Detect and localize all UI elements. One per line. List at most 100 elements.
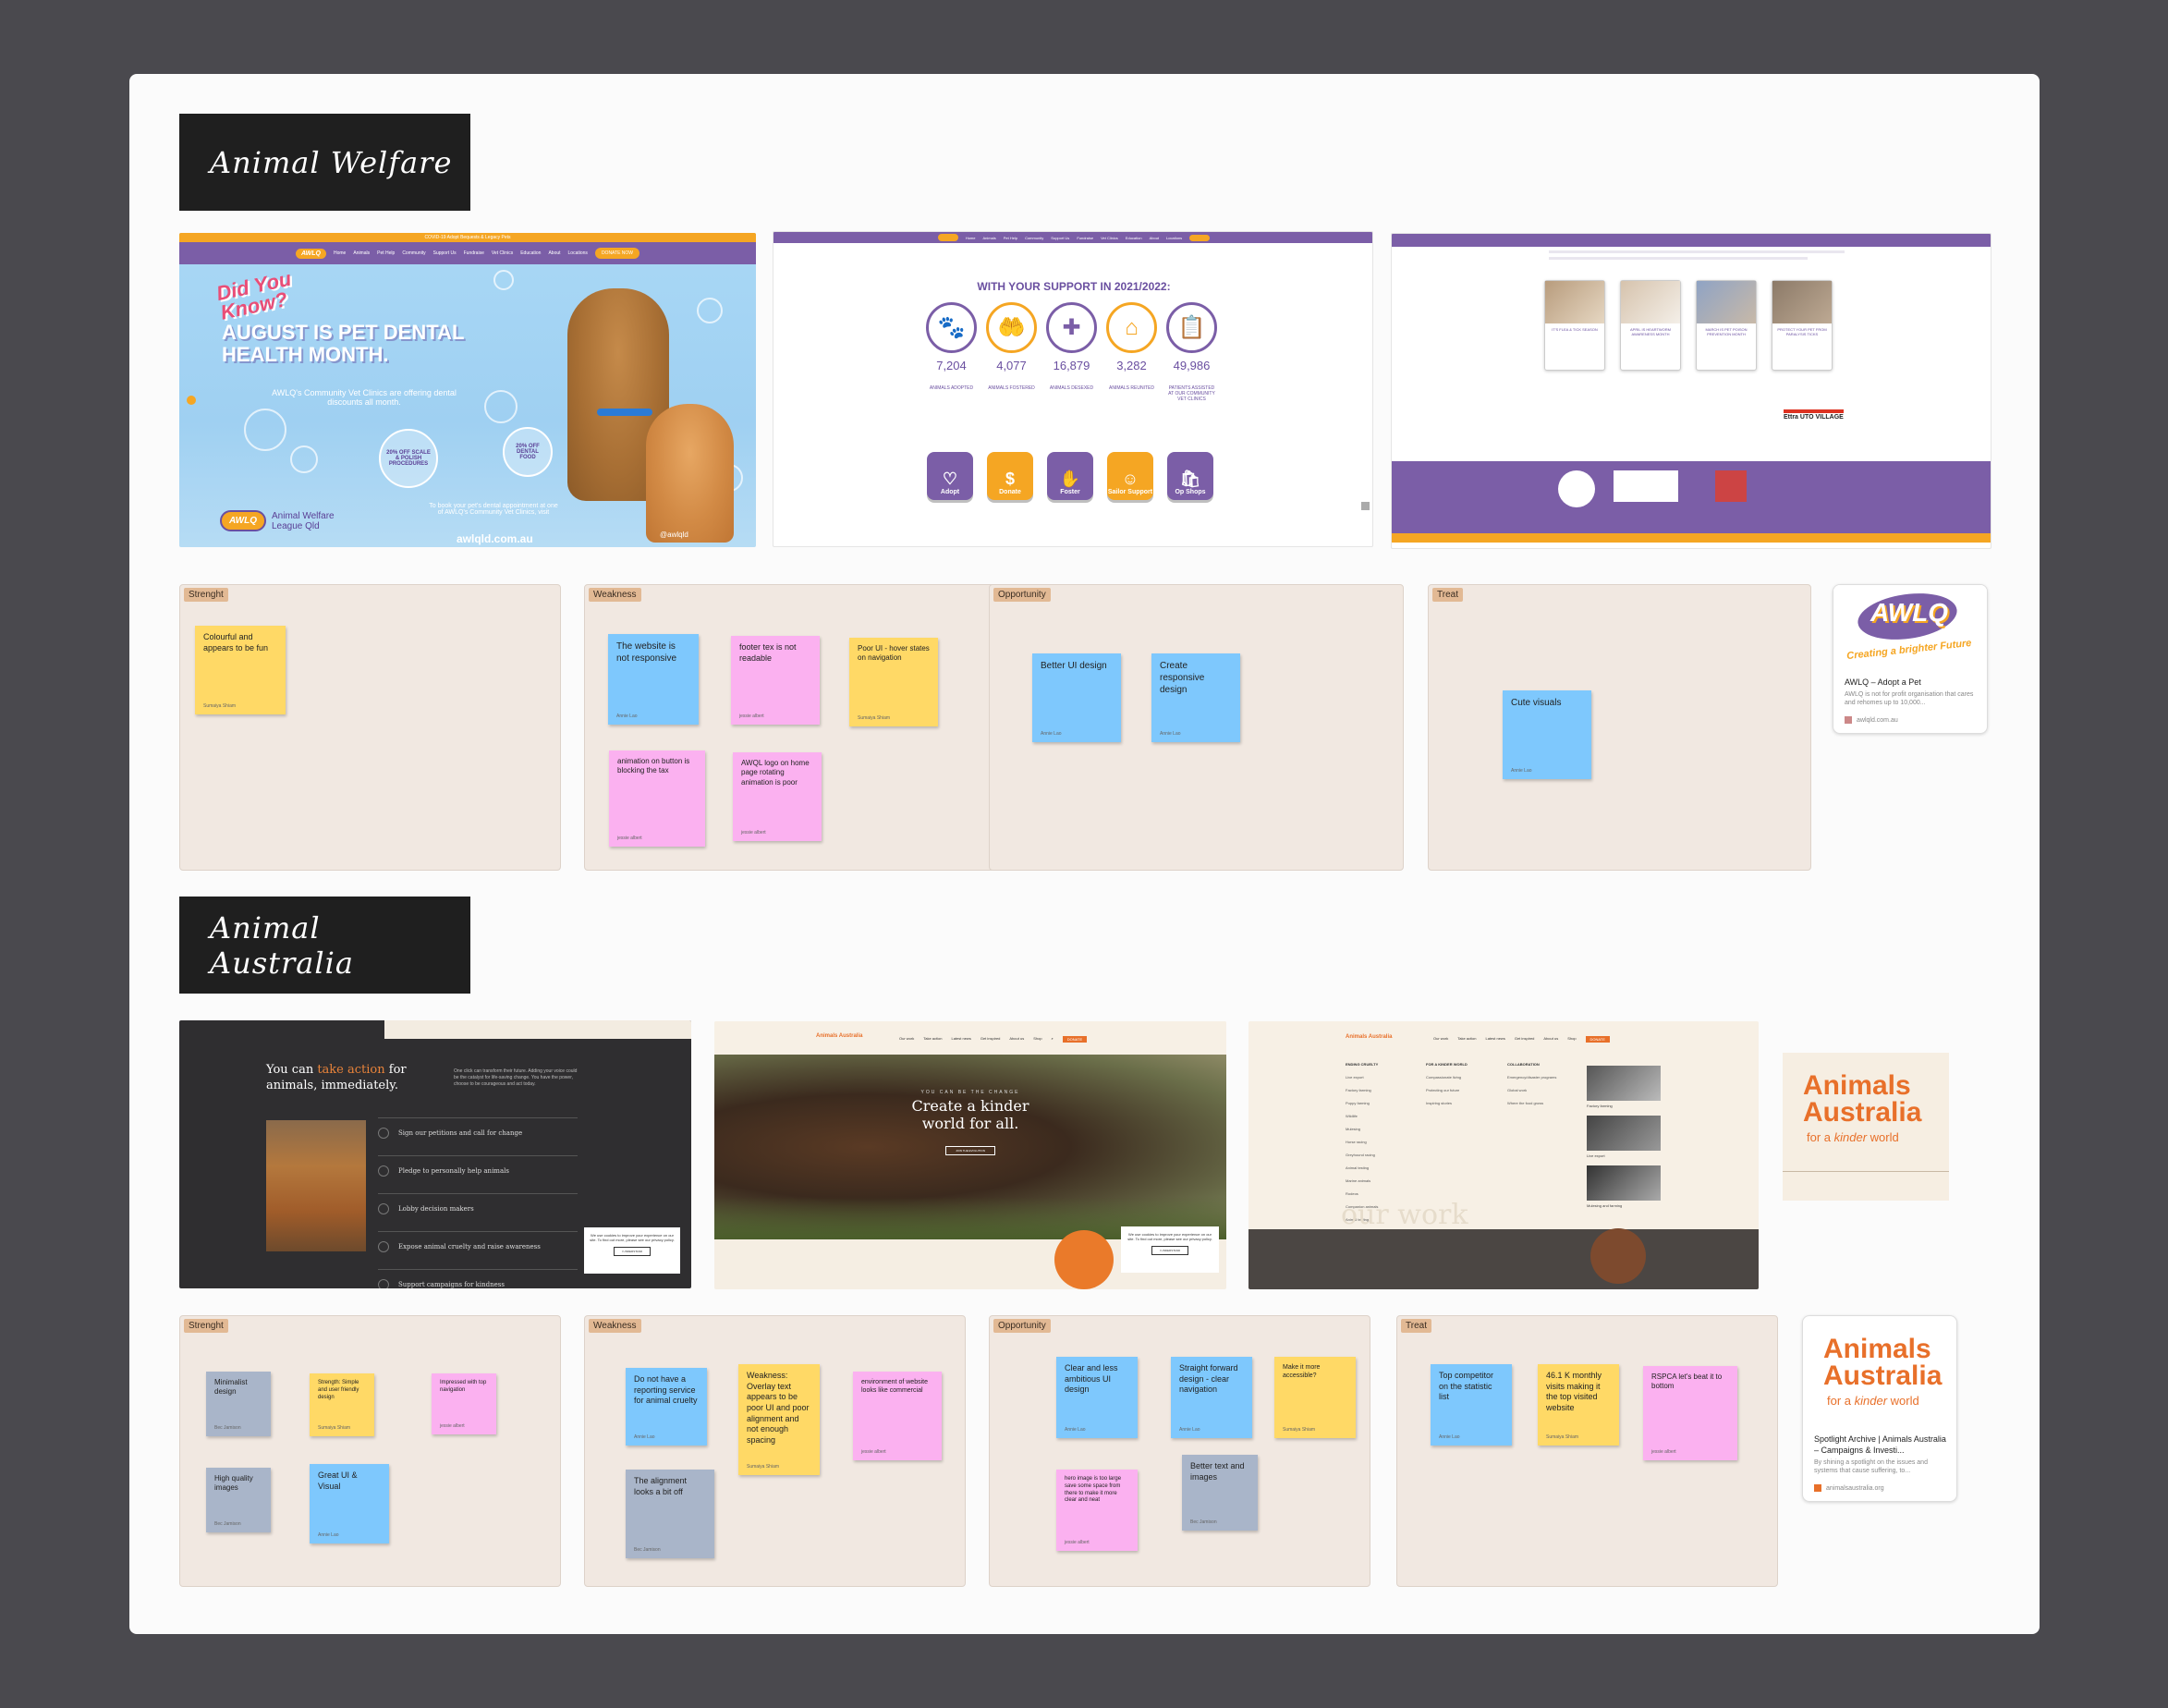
donate-tile[interactable]: $ Donate <box>987 452 1033 500</box>
nav-home[interactable]: Home <box>966 236 976 240</box>
menu-item[interactable]: Wildlife <box>1346 1114 1378 1118</box>
sailor-support-tile[interactable]: ☺ Sailor Support <box>1107 452 1153 500</box>
nav-take-action[interactable]: Take action <box>923 1036 942 1043</box>
nav-get-inspired[interactable]: Get inspired <box>1515 1036 1535 1043</box>
sticky-note[interactable]: Better UI design Annie Lao <box>1032 653 1121 742</box>
menu-item[interactable]: Rodeos <box>1346 1191 1378 1196</box>
nav-education[interactable]: Education <box>520 250 541 256</box>
nav-get-inspired[interactable]: Get inspired <box>980 1036 1001 1043</box>
menu-item[interactable]: Marine animals <box>1346 1178 1378 1183</box>
sticky-note[interactable]: Strength: Simple and user friendly desig… <box>310 1373 374 1436</box>
sticky-note[interactable]: Make it more accessible? Sumaiya Shiam <box>1274 1357 1356 1438</box>
awlq-stats-screenshot[interactable]: Home Animals Pet Help Community Support … <box>773 231 1373 547</box>
nav-our-work[interactable]: Our work <box>1433 1036 1448 1043</box>
aa-take-action-screenshot[interactable]: You can take action for animals, immedia… <box>179 1020 691 1288</box>
menu-item[interactable]: Puppy farming <box>1346 1101 1378 1105</box>
sticky-note[interactable]: Do not have a reporting service for anim… <box>626 1368 707 1446</box>
nav-fundraise[interactable]: Fundraise <box>1077 236 1093 240</box>
nav-home[interactable]: Home <box>334 250 346 256</box>
donate-button[interactable]: DONATE <box>1062 1036 1088 1043</box>
sticky-note[interactable]: Weakness: Overlay text appears to be poo… <box>738 1364 820 1475</box>
donate-button[interactable]: DONATE <box>1585 1036 1610 1043</box>
search-icon[interactable]: ⌕ <box>1052 1036 1054 1043</box>
menu-item[interactable]: Animal testing <box>1346 1165 1378 1170</box>
foster-tile[interactable]: ✋ Foster <box>1047 452 1093 500</box>
nav-take-action[interactable]: Take action <box>1457 1036 1476 1043</box>
nav-pet-help[interactable]: Pet Help <box>1004 236 1017 240</box>
sticky-note[interactable]: Straight forward design - clear navigati… <box>1171 1357 1252 1438</box>
blog-card[interactable]: IT'S FLEA & TICK SEASON <box>1544 280 1605 371</box>
menu-item[interactable]: Horse racing <box>1346 1140 1378 1144</box>
action-link[interactable]: Sign our petitions and call for change <box>378 1117 578 1148</box>
menu-item[interactable]: Mulesing <box>1346 1127 1378 1131</box>
nav-shop[interactable]: Shop <box>1567 1036 1576 1043</box>
sticky-note[interactable]: footer tex is not readable jessie albert <box>731 636 820 725</box>
sticky-note[interactable]: Clear and less ambitious UI design Annie… <box>1056 1357 1138 1438</box>
nav-about[interactable]: About <box>548 250 560 256</box>
awlq-link-card[interactable]: AWLQ Creating a brighter Future AWLQ – A… <box>1833 584 1988 734</box>
menu-item[interactable]: Live export <box>1346 1075 1378 1080</box>
sticky-note[interactable]: environment of website looks like commer… <box>853 1372 942 1460</box>
sticky-note[interactable]: hero image is too large save some space … <box>1056 1470 1138 1551</box>
blog-card[interactable]: MARCH IS PET POISON PREVENTION MONTH <box>1696 280 1757 371</box>
sticky-note[interactable]: 46.1 K monthly visits making it the top … <box>1538 1364 1619 1446</box>
nav-community[interactable]: Community <box>1025 236 1043 240</box>
cookie-accept-button[interactable]: I UNDERSTAND <box>1151 1246 1188 1255</box>
sticky-note[interactable]: Top competitor on the statistic list Ann… <box>1431 1364 1512 1446</box>
op-shops-tile[interactable]: 🛍 Op Shops <box>1167 452 1213 500</box>
sticky-note[interactable]: Impressed with top navigation jessie alb… <box>432 1373 496 1434</box>
sticky-note[interactable]: High quality images Bec Jamison <box>206 1468 271 1532</box>
nav-about-us[interactable]: About us <box>1543 1036 1558 1043</box>
nav-latest-news[interactable]: Latest news <box>1485 1036 1504 1043</box>
menu-item[interactable]: Compassionate living <box>1426 1075 1468 1080</box>
sticky-note[interactable]: Colourful and appears to be fun Sumaiya … <box>195 626 286 714</box>
action-link[interactable]: Lobby decision makers <box>378 1193 578 1224</box>
aa-hero-screenshot[interactable]: Animals Australia Our work Take action L… <box>714 1021 1226 1289</box>
menu-item[interactable]: Inspiring stories <box>1426 1101 1468 1105</box>
nav-locations[interactable]: Locations <box>1166 236 1182 240</box>
nav-about[interactable]: About <box>1150 236 1159 240</box>
sticky-note[interactable]: animation on button is blocking the tax … <box>609 750 705 847</box>
section-title-animal-welfare[interactable]: Animal Welfare <box>179 114 470 211</box>
section-title-animal-australia[interactable]: Animal Australia <box>179 897 470 994</box>
nav-latest-news[interactable]: Latest news <box>951 1036 970 1043</box>
awlq-url[interactable]: awlqld.com.au <box>457 532 533 545</box>
sticky-note[interactable]: Poor UI - hover states on navigation Sum… <box>849 638 938 726</box>
cookie-accept-button[interactable]: I UNDERSTAND <box>614 1247 651 1256</box>
sticky-note[interactable]: Better text and images Bec Jamison <box>1182 1455 1258 1531</box>
donate-now-button[interactable]: DONATE NOW <box>594 248 640 259</box>
sticky-note[interactable]: Cute visuals Annie Lao <box>1503 690 1591 779</box>
blog-card[interactable]: PROTECT YOUR PET FROM PARALYSIS TICKS <box>1772 280 1833 371</box>
nav-support-us[interactable]: Support Us <box>433 250 457 256</box>
promo-badge[interactable] <box>1054 1230 1114 1289</box>
sticky-note[interactable]: Great UI & Visual Annie Lao <box>310 1464 389 1543</box>
nav-support-us[interactable]: Support Us <box>1051 236 1069 240</box>
nav-vet-clinics[interactable]: Vet Clinics <box>492 250 513 256</box>
aa-nav-logo[interactable]: Animals Australia <box>816 1033 862 1039</box>
nav-vet-clinics[interactable]: Vet Clinics <box>1101 236 1118 240</box>
menu-item[interactable]: Factory farming <box>1346 1088 1378 1092</box>
sticky-note[interactable]: The website is not responsive Annie Lao <box>608 634 699 725</box>
nav-animals[interactable]: Animals <box>353 250 370 256</box>
awlq-hero-screenshot[interactable]: COVID-19 Adopt Bequests & Legacy Pets AW… <box>179 233 756 547</box>
nav-about-us[interactable]: About us <box>1009 1036 1024 1043</box>
promo-badge[interactable] <box>1590 1228 1646 1284</box>
nav-pet-help[interactable]: Pet Help <box>377 250 395 256</box>
sticky-note[interactable]: RSPCA let's beat it to bottom jessie alb… <box>1643 1366 1737 1460</box>
aa-nav-logo[interactable]: Animals Australia <box>1346 1034 1392 1040</box>
sticky-note[interactable]: The alignment looks a bit off Bec Jamiso… <box>626 1470 714 1558</box>
menu-item[interactable]: Where the food grows <box>1507 1101 1556 1105</box>
menu-item[interactable]: Global work <box>1507 1088 1556 1092</box>
blog-card[interactable]: APRIL IS HEARTWORM AWARENESS MONTH <box>1620 280 1681 371</box>
aa-link-card[interactable]: Animals Australia for a kinder world Spot… <box>1802 1315 1957 1502</box>
aa-menu-screenshot[interactable]: Animals Australia Our work Take action L… <box>1248 1021 1759 1289</box>
nav-animals[interactable]: Animals <box>982 236 995 240</box>
menu-item[interactable]: Greyhound racing <box>1346 1153 1378 1157</box>
nav-community[interactable]: Community <box>402 250 425 256</box>
menu-item[interactable]: Protecting our future <box>1426 1088 1468 1092</box>
nav-education[interactable]: Education <box>1126 236 1142 240</box>
carousel-prev-button[interactable] <box>187 396 196 405</box>
menu-item[interactable]: Emergency/disaster programs <box>1507 1075 1556 1080</box>
action-link[interactable]: Support campaigns for kindness <box>378 1269 578 1288</box>
thumbnail-image[interactable] <box>1587 1116 1661 1151</box>
